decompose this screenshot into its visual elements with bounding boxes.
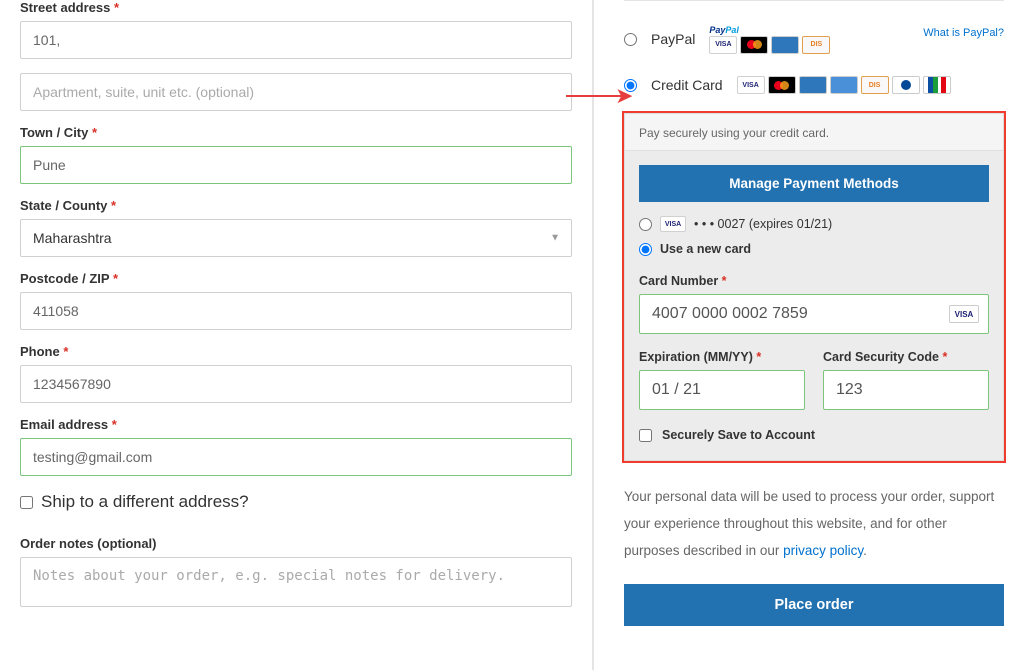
email-label: Email address *: [20, 417, 572, 432]
email-input[interactable]: [20, 438, 572, 476]
town-city-label: Town / City *: [20, 125, 572, 140]
order-notes-textarea[interactable]: [20, 557, 572, 607]
privacy-policy-link[interactable]: privacy policy: [783, 543, 863, 558]
ship-different-checkbox[interactable]: [20, 496, 33, 509]
expiration-label: Expiration (MM/YY) *: [639, 350, 805, 364]
credit-card-logos: VISA DIS: [737, 76, 951, 94]
use-new-card-radio[interactable]: [639, 243, 652, 256]
paypal-radio[interactable]: [624, 33, 637, 46]
visa-icon: VISA: [709, 36, 737, 54]
jcb-icon: [923, 76, 951, 94]
privacy-text: Your personal data will be used to proce…: [624, 483, 1004, 564]
street-address-1-input[interactable]: [20, 21, 572, 59]
paypal-option[interactable]: PayPal PayPal VISA DIS What is PayPal?: [624, 21, 1004, 57]
chevron-down-icon: ▼: [550, 233, 560, 244]
diners-icon: [892, 76, 920, 94]
order-notes-label: Order notes (optional): [20, 536, 572, 551]
save-card-checkbox[interactable]: [639, 429, 652, 442]
cc-description: Pay securely using your credit card.: [625, 126, 1003, 150]
postcode-input[interactable]: [20, 292, 572, 330]
expiration-input[interactable]: [639, 370, 805, 410]
credit-card-panel: Pay securely using your credit card. Man…: [624, 113, 1004, 461]
card-number-input[interactable]: [639, 294, 989, 334]
mastercard-icon: [740, 36, 768, 54]
discover-icon: DIS: [802, 36, 830, 54]
town-city-input[interactable]: [20, 146, 572, 184]
saved-card-text: • • • 0027 (expires 01/21): [694, 217, 832, 231]
state-select[interactable]: ▼: [20, 219, 572, 257]
amex-icon: [771, 36, 799, 54]
cvc-input[interactable]: [823, 370, 989, 410]
paypal-logo-block: PayPal VISA DIS: [709, 25, 830, 54]
paypal-wordmark-icon: PayPal: [709, 25, 739, 35]
credit-card-label: Credit Card: [651, 77, 723, 93]
card-number-label: Card Number *: [639, 274, 989, 288]
saved-card-radio[interactable]: [639, 218, 652, 231]
state-county-label: State / County *: [20, 198, 572, 213]
discover-icon: DIS: [861, 76, 889, 94]
phone-label: Phone *: [20, 344, 572, 359]
paypal-label: PayPal: [651, 31, 695, 47]
what-is-paypal-link[interactable]: What is PayPal?: [923, 27, 1004, 39]
amex-icon: [799, 76, 827, 94]
saved-card-option[interactable]: VISA • • • 0027 (expires 01/21): [639, 216, 989, 232]
divider: [624, 0, 1004, 1]
manage-payment-methods-button[interactable]: Manage Payment Methods: [639, 165, 989, 202]
visa-icon: VISA: [737, 76, 765, 94]
detected-card-brand-icon: VISA: [949, 305, 979, 323]
annotation-arrow-icon: ➤: [566, 80, 633, 108]
save-card-label: Securely Save to Account: [662, 428, 815, 442]
credit-card-option[interactable]: Credit Card VISA DIS: [624, 67, 1004, 103]
ship-different-label: Ship to a different address?: [41, 492, 249, 512]
postcode-label: Postcode / ZIP *: [20, 271, 572, 286]
visa-icon: VISA: [660, 216, 686, 232]
use-new-card-option[interactable]: Use a new card: [639, 242, 989, 256]
cvc-label: Card Security Code *: [823, 350, 989, 364]
use-new-card-label: Use a new card: [660, 242, 751, 256]
mastercard-icon: [768, 76, 796, 94]
place-order-button[interactable]: Place order: [624, 584, 1004, 626]
billing-form: Street address * Town / City * State / C…: [0, 0, 592, 670]
state-select-display[interactable]: [20, 219, 572, 257]
payment-section: PayPal PayPal VISA DIS What is PayPal? C…: [592, 0, 1024, 670]
street-address-2-input[interactable]: [20, 73, 572, 111]
phone-input[interactable]: [20, 365, 572, 403]
amex-alt-icon: [830, 76, 858, 94]
street-address-label: Street address *: [20, 0, 572, 15]
